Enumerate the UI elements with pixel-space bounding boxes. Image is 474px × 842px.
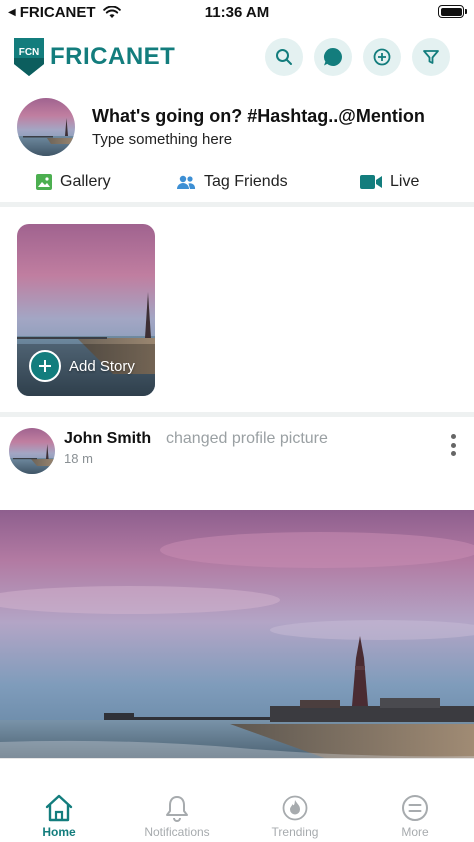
tab-notifications-label: Notifications — [144, 825, 210, 839]
add-story-card[interactable]: Add Story — [17, 224, 155, 396]
post-author-name[interactable]: John Smith — [64, 430, 151, 448]
battery-icon — [438, 5, 467, 18]
plus-icon — [39, 360, 51, 372]
logo-mark: FCN — [19, 47, 40, 58]
post-header: John Smith changed profile picture 18 m — [0, 420, 474, 480]
bell-icon — [166, 796, 188, 822]
gallery-label: Gallery — [60, 173, 111, 190]
tab-home[interactable]: Home — [0, 759, 118, 842]
tab-more[interactable]: More — [356, 759, 474, 842]
bottom-tab-bar: Home Notifications Trending More — [0, 758, 474, 842]
tab-notifications[interactable]: Notifications — [118, 759, 236, 842]
add-story-label: Add Story — [69, 357, 135, 375]
status-time: 11:36 AM — [204, 4, 270, 21]
composer-prompt[interactable]: What's going on? #Hashtag..@Mention — [92, 106, 425, 127]
chat-button[interactable] — [314, 38, 352, 76]
post-image[interactable] — [0, 510, 474, 760]
post-more-options-icon[interactable] — [444, 432, 462, 458]
search-icon — [276, 49, 292, 65]
post-timestamp: 18 m — [64, 451, 93, 466]
section-divider — [0, 412, 474, 417]
gallery-button[interactable]: Gallery — [36, 168, 111, 196]
filter-icon — [423, 50, 439, 64]
composer-actions: Gallery Tag Friends Live — [0, 168, 474, 198]
logo-shield-icon: FCN — [14, 38, 44, 76]
tag-friends-button[interactable]: Tag Friends — [176, 168, 288, 196]
search-button[interactable] — [265, 38, 303, 76]
gallery-icon — [36, 174, 52, 190]
menu-icon — [402, 795, 428, 821]
live-video-icon — [360, 175, 382, 189]
post-action-text: changed profile picture — [166, 430, 328, 447]
tab-trending-label: Trending — [271, 825, 319, 839]
live-label: Live — [390, 173, 420, 190]
tab-home-label: Home — [42, 825, 76, 839]
filter-button[interactable] — [412, 38, 450, 76]
tab-more-label: More — [401, 825, 429, 839]
logo-text: FRICANET — [50, 43, 176, 70]
app-logo: FCN FRICANET — [14, 38, 175, 76]
composer-placeholder[interactable]: Type something here — [92, 131, 232, 148]
home-icon — [45, 794, 73, 822]
add-story-button[interactable] — [29, 350, 61, 382]
flame-icon — [282, 795, 308, 821]
chat-icon — [324, 48, 342, 66]
post-author-avatar[interactable] — [9, 428, 55, 474]
post-composer[interactable]: What's going on? #Hashtag..@Mention Type… — [0, 96, 474, 164]
live-button[interactable]: Live — [360, 168, 419, 196]
tag-friends-icon — [177, 175, 196, 189]
tab-trending[interactable]: Trending — [236, 759, 354, 842]
add-story[interactable]: Add Story — [29, 350, 135, 382]
post-photo — [0, 510, 474, 760]
section-divider — [0, 202, 474, 207]
create-post-button[interactable] — [363, 38, 401, 76]
user-avatar[interactable] — [17, 98, 75, 156]
tag-friends-label: Tag Friends — [204, 173, 288, 190]
status-bar: ◀ FRICANET 11:36 AM — [0, 0, 474, 26]
add-icon — [373, 48, 391, 66]
app-header: FCN FRICANET — [0, 36, 474, 80]
